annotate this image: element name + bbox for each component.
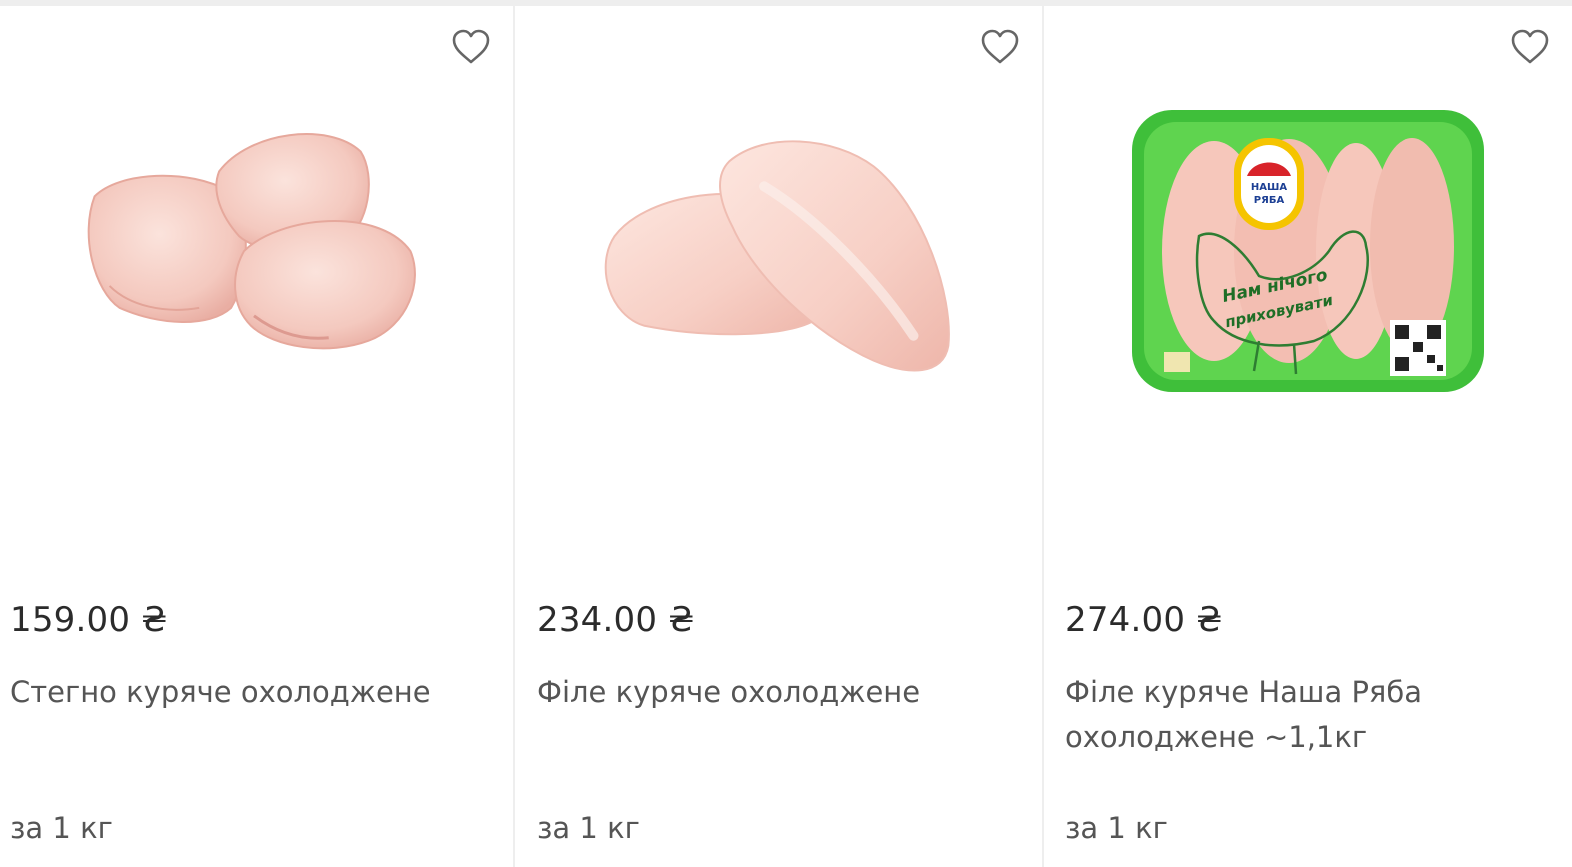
nasha-ryaba-fillet-package-image[interactable]: НАША РЯБА Нам нічого приховувати [1044,76,1572,456]
product-name[interactable]: Філе куряче Наша Ряба охолоджене ~1,1кг [1065,670,1545,760]
product-unit: за 1 кг [10,811,113,845]
favorite-heart-icon[interactable] [1510,28,1550,66]
product-price: 159.00 ₴ [10,600,168,640]
product-card[interactable]: 234.00 ₴ Філе куряче охолоджене за 1 кг [515,6,1044,867]
product-name[interactable]: Філе куряче охолоджене [537,670,1017,715]
product-price: 274.00 ₴ [1065,600,1223,640]
product-unit: за 1 кг [1065,811,1168,845]
product-price: 234.00 ₴ [537,600,695,640]
product-card[interactable]: НАША РЯБА Нам нічого приховувати 274.00 … [1044,6,1572,867]
product-grid: 159.00 ₴ Стегно куряче охолоджене за 1 к… [0,6,1572,867]
chicken-thighs-image[interactable] [0,76,513,456]
favorite-heart-icon[interactable] [980,28,1020,66]
package-brand-line2: РЯБА [1254,195,1285,206]
chicken-fillet-image[interactable] [515,76,1042,456]
favorite-heart-icon[interactable] [451,28,491,66]
package-brand-line1: НАША [1251,182,1287,193]
product-name[interactable]: Стегно куряче охолоджене [10,670,490,715]
product-unit: за 1 кг [537,811,640,845]
product-card[interactable]: 159.00 ₴ Стегно куряче охолоджене за 1 к… [0,6,515,867]
